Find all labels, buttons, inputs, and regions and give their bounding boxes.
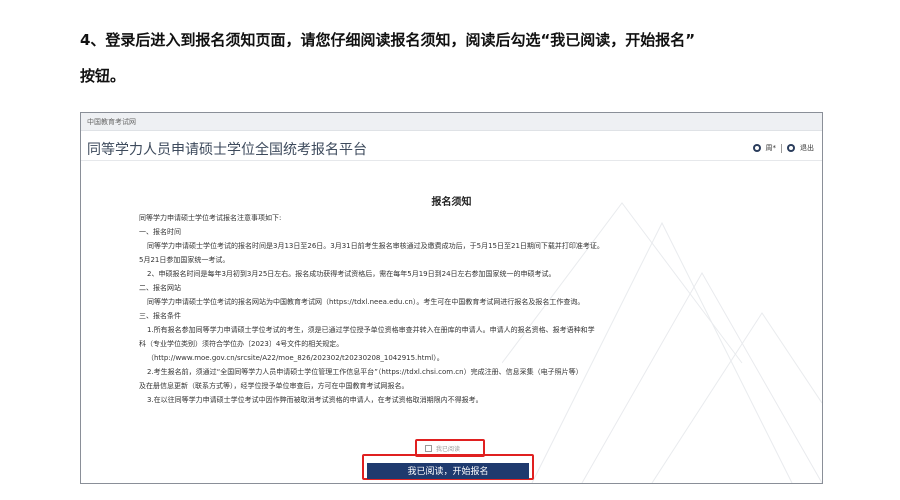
notice-line: 二、报名网站 [139, 284, 181, 292]
top-strip: 中国教育考试网 [81, 113, 822, 131]
platform-header: 同等学力人员申请硕士学位全国统考报名平台 [81, 131, 822, 161]
notice-line: 同等学力申请硕士学位考试的报名时间是3月13日至26日。3月31日前考生报名审核… [147, 242, 604, 250]
user-area: 周* 退出 [752, 143, 814, 153]
platform-title: 同等学力人员申请硕士学位全国统考报名平台 [87, 142, 367, 158]
logout-icon [787, 144, 795, 152]
notice-title: 报名须知 [431, 197, 472, 208]
screenshot-frame: 中国教育考试网 同等学力人员申请硕士学位全国统考报名平台 周* 退出 报名须知 … [80, 112, 823, 484]
agree-label: 我已阅读 [436, 445, 461, 453]
start-button-highlight: 我已阅读，开始报名 [362, 454, 534, 480]
instruction-line-1: 4、登录后进入到报名须知页面，请您仔细阅读报名须知，阅读后勾选“我已阅读，开始报… [80, 31, 696, 49]
notice-line: 3.在以往同等学力申请硕士学位考试中因作弊而被取消考试资格的申请人，在考试资格取… [147, 396, 483, 404]
logout-link[interactable]: 退出 [800, 143, 814, 153]
notice-body: 同等学力申请硕士学位考试报名注意事项如下: 一、报名时间 同等学力申请硕士学位考… [139, 211, 759, 407]
site-name[interactable]: 中国教育考试网 [87, 118, 136, 126]
start-registration-button[interactable]: 我已阅读，开始报名 [367, 462, 529, 479]
notice-line: 科（专业学位类别）须符合学位办〔2023〕4号文件的相关规定。 [139, 340, 344, 348]
user-name[interactable]: 周* [766, 143, 777, 153]
notice-line: 一、报名时间 [139, 228, 181, 236]
notice-line: 2、申硕报名时间是每年3月初到3月25日左右。报名成功获得考试资格后，需在每年5… [147, 270, 556, 278]
instruction-line-2: 按钮。 [80, 67, 126, 85]
notice-line: 同等学力申请硕士学位考试的报名网站为中国教育考试网（https://tdxl.n… [147, 298, 585, 306]
divider [781, 143, 782, 153]
notice-line: 1.所有报名参加同等学力申请硕士学位考试的考生，须是已通过学位授予单位资格审查并… [147, 326, 595, 334]
notice-line: 2.考生报名前，须通过“全国同等学力人员申请硕士学位管理工作信息平台”（http… [147, 368, 583, 376]
notice-line: （http://www.moe.gov.cn/srcsite/A22/moe_8… [147, 354, 444, 362]
instruction-text: 4、登录后进入到报名须知页面，请您仔细阅读报名须知，阅读后勾选“我已阅读，开始报… [80, 22, 860, 94]
notice-line: 5月21日参加国家统一考试。 [139, 256, 230, 264]
notice-line: 三、报名条件 [139, 312, 181, 320]
notice-line: 及在册信息更新（联系方式等），经学位授予单位审查后，方可在中国教育考试网报名。 [139, 382, 409, 390]
user-icon [752, 144, 761, 152]
agree-checkbox[interactable] [425, 444, 432, 452]
notice-line: 同等学力申请硕士学位考试报名注意事项如下: [139, 214, 282, 222]
